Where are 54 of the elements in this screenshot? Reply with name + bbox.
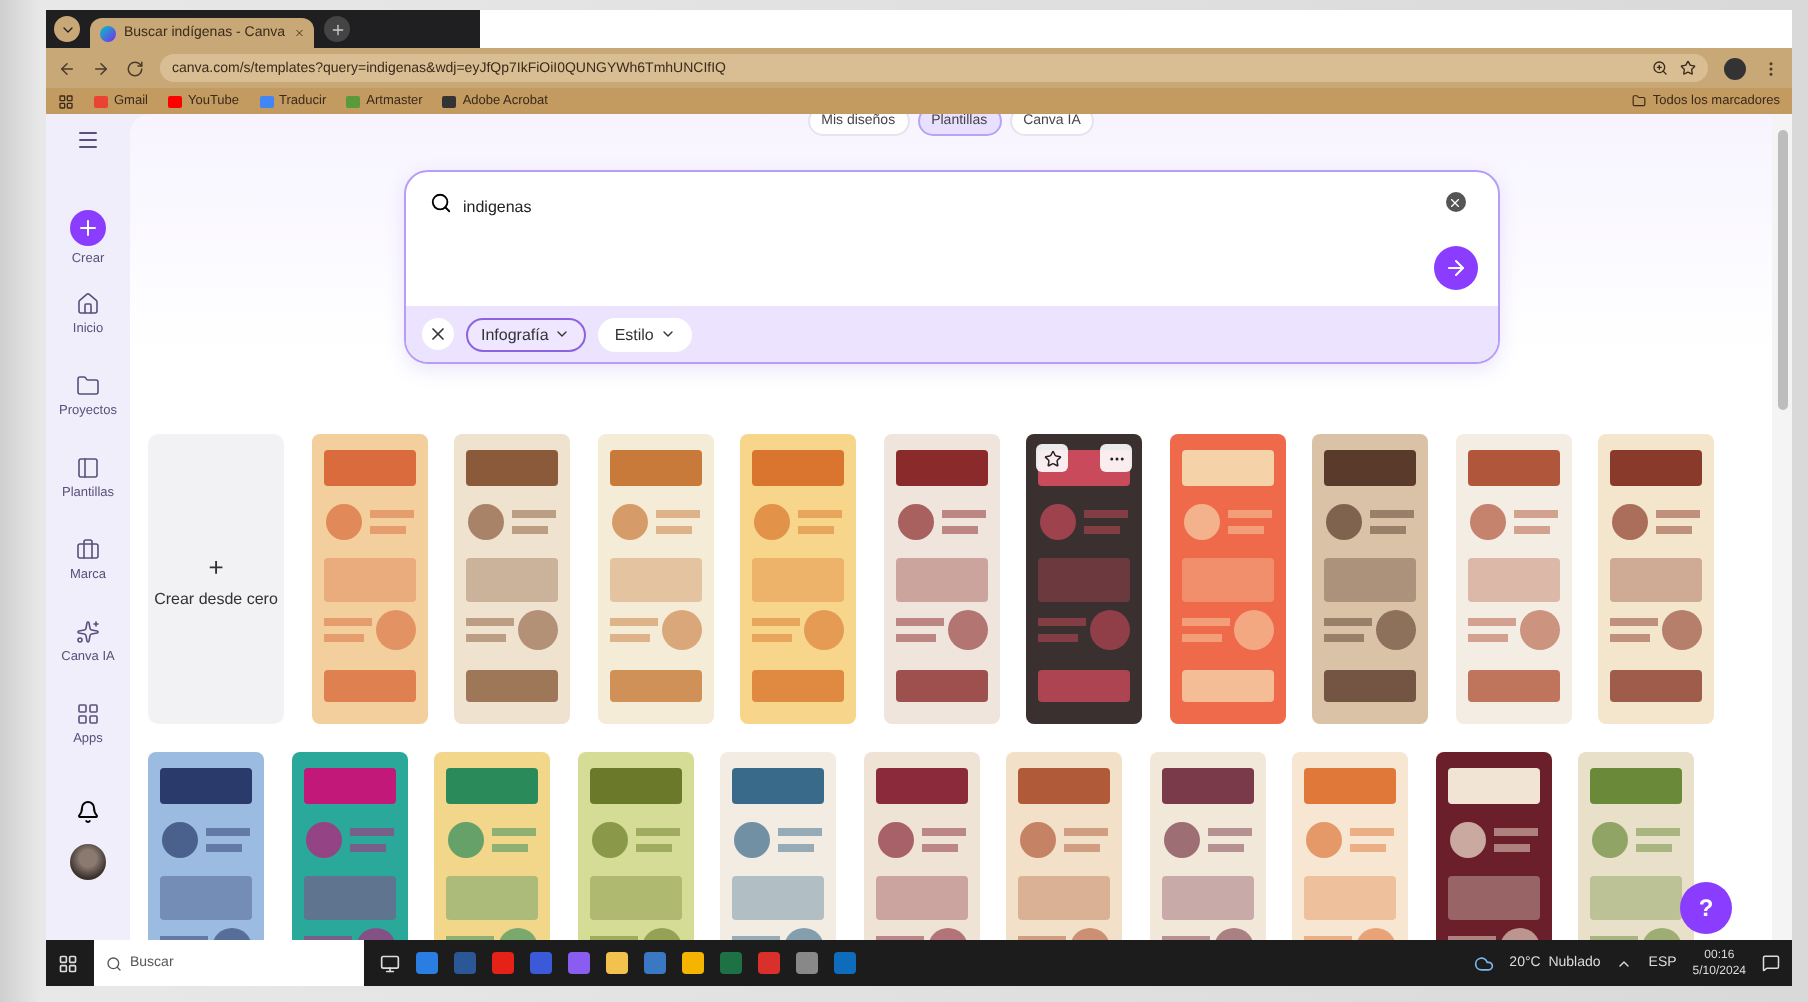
filter-chip[interactable]: Estilo: [598, 317, 692, 351]
reload-icon: [126, 59, 144, 77]
zoom-icon: [1652, 60, 1668, 76]
more-options-button[interactable]: [1100, 444, 1132, 472]
filter-chip[interactable]: Infografía: [465, 317, 587, 351]
plus-icon: [76, 216, 100, 240]
app-icon[interactable]: [606, 952, 628, 974]
home-icon: [76, 292, 100, 316]
arrow-right-icon: [1443, 256, 1467, 280]
menu-icon[interactable]: [76, 128, 100, 152]
clear-button[interactable]: [1445, 192, 1465, 212]
close-icon: [293, 26, 304, 40]
clear-filters-button[interactable]: [421, 318, 453, 350]
folder-icon: [1632, 94, 1647, 108]
favorite-button[interactable]: [1036, 444, 1068, 472]
search-box[interactable]: indigenas Infografía Estilo: [403, 170, 1499, 364]
close-icon: [427, 324, 447, 344]
canva-logo-icon: [100, 25, 116, 41]
layout-icon: [75, 456, 100, 480]
star-icon: [1043, 449, 1061, 467]
app-icon[interactable]: [416, 952, 438, 974]
search-icon: [106, 955, 122, 971]
help-button[interactable]: ?: [1680, 882, 1732, 934]
create-blank-card[interactable]: + Crear desde cero: [148, 434, 284, 724]
app-icon[interactable]: [568, 952, 590, 974]
notifications-icon[interactable]: [1762, 954, 1780, 972]
briefcase-icon: [76, 538, 100, 562]
app-icon[interactable]: [758, 952, 780, 974]
scrollbar[interactable]: [1777, 130, 1787, 410]
back-icon: [58, 59, 76, 77]
task-view-icon[interactable]: [380, 953, 400, 973]
app-icon[interactable]: [682, 952, 704, 974]
user-avatar[interactable]: [70, 844, 106, 880]
profile-avatar[interactable]: [1724, 57, 1746, 79]
apps-icon: [58, 93, 74, 109]
search-icon: [429, 192, 451, 214]
search-submit-button[interactable]: [1433, 246, 1477, 290]
sparkles-icon: [76, 620, 100, 644]
cloud-icon: [1473, 953, 1494, 973]
chevron-down-icon: [554, 326, 571, 342]
plus-icon: [329, 21, 345, 37]
star-icon: [1680, 60, 1696, 76]
forward-icon: [92, 59, 110, 77]
app-icon[interactable]: [796, 952, 818, 974]
app-icon[interactable]: [834, 952, 856, 974]
app-icon[interactable]: [492, 952, 514, 974]
apps-icon: [75, 702, 100, 726]
create-button[interactable]: [70, 210, 106, 246]
folder-icon: [76, 374, 100, 398]
bell-icon[interactable]: [76, 800, 100, 824]
app-icon[interactable]: [644, 952, 666, 974]
windows-start-icon[interactable]: [58, 953, 78, 973]
chevron-down-icon: [659, 326, 676, 342]
close-icon: [1448, 195, 1462, 209]
